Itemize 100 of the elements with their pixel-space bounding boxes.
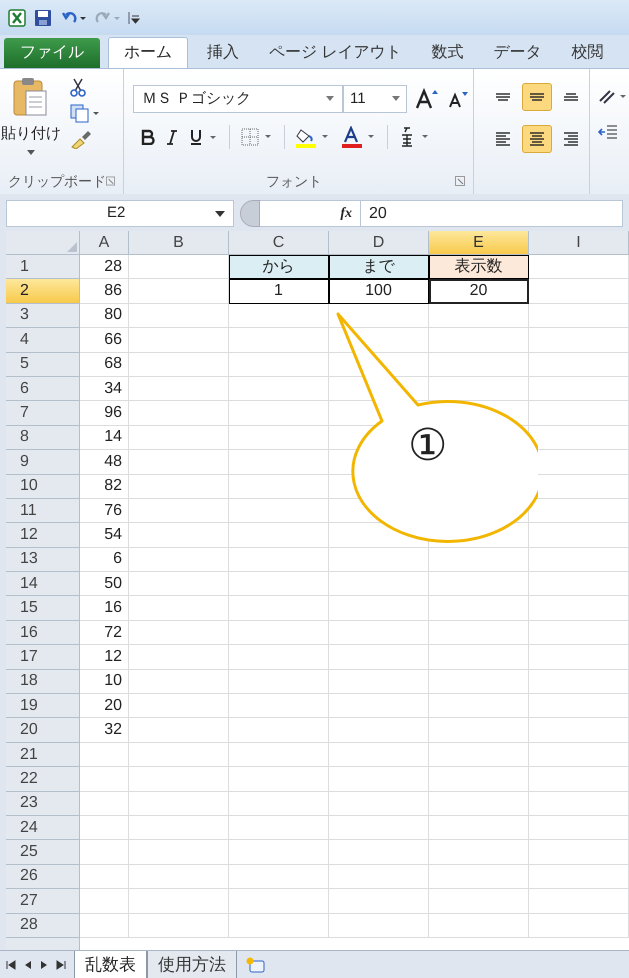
table-cell: 20 xyxy=(80,694,129,718)
ribbon-tab[interactable]: データ xyxy=(478,37,556,68)
dropdown-arrow-icon xyxy=(392,96,400,102)
row-header[interactable]: 14 xyxy=(6,572,80,596)
row-header[interactable]: 11 xyxy=(6,498,80,524)
row-header[interactable]: 24 xyxy=(6,816,80,840)
row-header[interactable]: 22 xyxy=(6,767,80,792)
font-size-dropdown[interactable]: 11 xyxy=(343,85,407,113)
table-cell: 1 xyxy=(229,279,329,304)
dropdown-arrow-icon xyxy=(27,150,35,156)
scissors-icon[interactable] xyxy=(70,77,86,97)
row-header[interactable]: 25 xyxy=(6,840,80,865)
row-header[interactable]: 8 xyxy=(6,426,80,450)
column-header[interactable]: C xyxy=(229,231,329,255)
row-header[interactable]: 19 xyxy=(6,694,80,718)
row-header[interactable]: 2 xyxy=(6,279,80,304)
table-cell: 28 xyxy=(80,255,129,280)
table-cell: 14 xyxy=(80,426,129,450)
customize-toolbar-icon[interactable] xyxy=(128,10,140,26)
copy-icon[interactable] xyxy=(70,103,100,123)
column-header[interactable]: E xyxy=(429,231,529,255)
sheet-tab[interactable]: 使用方法 xyxy=(147,951,237,978)
callout-number: ① xyxy=(408,424,447,468)
corner-triangle-icon xyxy=(67,242,77,252)
table-cell: 50 xyxy=(80,572,129,596)
row-header[interactable]: 15 xyxy=(6,596,80,621)
name-box[interactable]: E2 xyxy=(6,200,234,227)
save-icon[interactable] xyxy=(34,8,52,26)
column-header[interactable]: I xyxy=(529,231,629,255)
align-right-icon xyxy=(563,132,579,146)
table-cell: 表示数 xyxy=(429,255,529,280)
row-header[interactable]: 9 xyxy=(6,450,80,475)
font-name-dropdown[interactable]: ＭＳ Ｐゴシック xyxy=(133,85,343,113)
paste-button[interactable]: 貼り付け xyxy=(0,73,62,168)
italic-icon[interactable] xyxy=(165,129,179,145)
last-sheet-icon[interactable] xyxy=(56,960,66,970)
row-header[interactable]: 28 xyxy=(6,914,80,938)
dialog-launcher-icon[interactable] xyxy=(106,176,115,186)
row-header[interactable]: 13 xyxy=(6,548,80,572)
ribbon-tab[interactable]: ホーム xyxy=(108,37,188,68)
row-header[interactable]: 16 xyxy=(6,620,80,646)
formula-bar-handle[interactable] xyxy=(240,200,260,227)
alignment-button[interactable] xyxy=(522,83,552,111)
column-header[interactable]: D xyxy=(329,231,429,255)
bold-icon[interactable] xyxy=(141,129,155,145)
row-header[interactable]: 3 xyxy=(6,304,80,328)
first-sheet-icon[interactable] xyxy=(6,960,16,970)
decrease-font-size-icon[interactable] xyxy=(447,89,469,109)
align-center-icon xyxy=(529,132,545,146)
column-header[interactable]: A xyxy=(80,231,129,255)
row-header[interactable]: 5 xyxy=(6,352,80,377)
row-header[interactable]: 12 xyxy=(6,523,80,548)
row-header[interactable]: 17 xyxy=(6,645,80,670)
align-bottom-icon xyxy=(563,93,579,101)
table-cell: 82 xyxy=(80,474,129,499)
table-cell: 10 xyxy=(80,670,129,694)
ribbon-tab[interactable]: 挿入 xyxy=(192,37,254,68)
row-header[interactable]: 21 xyxy=(6,742,80,768)
row-header[interactable]: 4 xyxy=(6,328,80,353)
undo-icon[interactable] xyxy=(60,10,86,26)
row-header[interactable]: 18 xyxy=(6,670,80,694)
table-cell: 16 xyxy=(80,596,129,621)
row-header[interactable]: 23 xyxy=(6,792,80,816)
underline-icon[interactable] xyxy=(189,128,219,146)
column-header[interactable]: B xyxy=(129,231,229,255)
previous-sheet-icon[interactable] xyxy=(24,960,32,970)
spreadsheet-app-icon xyxy=(8,8,26,26)
next-sheet-icon[interactable] xyxy=(40,960,48,970)
row-header[interactable]: 6 xyxy=(6,376,80,402)
borders-icon[interactable] xyxy=(240,127,274,147)
font-color-icon[interactable] xyxy=(341,126,377,148)
table-cell: 96 xyxy=(80,401,129,426)
table-cell: 80 xyxy=(80,304,129,328)
table-cell: 12 xyxy=(80,645,129,670)
row-header[interactable]: 20 xyxy=(6,718,80,743)
ribbon-tab[interactable]: ページ レイアウト xyxy=(254,37,416,68)
file-tab[interactable]: ファイル xyxy=(4,38,100,68)
table-cell: 68 xyxy=(80,352,129,377)
table-cell: 32 xyxy=(80,718,129,743)
dialog-launcher-icon[interactable] xyxy=(455,176,465,186)
table-cell: 20 xyxy=(429,279,529,304)
row-header[interactable]: 7 xyxy=(6,401,80,426)
increase-font-size-icon[interactable] xyxy=(415,88,439,110)
table-cell: まで xyxy=(329,255,429,280)
alignment-button[interactable] xyxy=(522,125,552,153)
new-sheet-icon[interactable] xyxy=(245,956,267,974)
row-header[interactable]: 26 xyxy=(6,864,80,890)
row-header[interactable]: 27 xyxy=(6,889,80,914)
decrease-indent-icon[interactable] xyxy=(598,123,618,141)
formula-input[interactable]: 20 xyxy=(360,200,623,227)
sheet-tab[interactable]: 乱数表 xyxy=(74,951,147,978)
row-header[interactable]: 10 xyxy=(6,474,80,499)
dropdown-arrow-icon xyxy=(326,96,334,102)
row-header[interactable]: 1 xyxy=(6,255,80,280)
format-painter-icon[interactable] xyxy=(70,129,92,149)
table-cell: 6 xyxy=(80,548,129,572)
ribbon-tab[interactable]: 数式 xyxy=(416,37,478,68)
table-cell: 86 xyxy=(80,279,129,304)
insert-function-button[interactable]: fx xyxy=(340,203,352,224)
ribbon-tab[interactable]: 校閲 xyxy=(556,37,618,68)
